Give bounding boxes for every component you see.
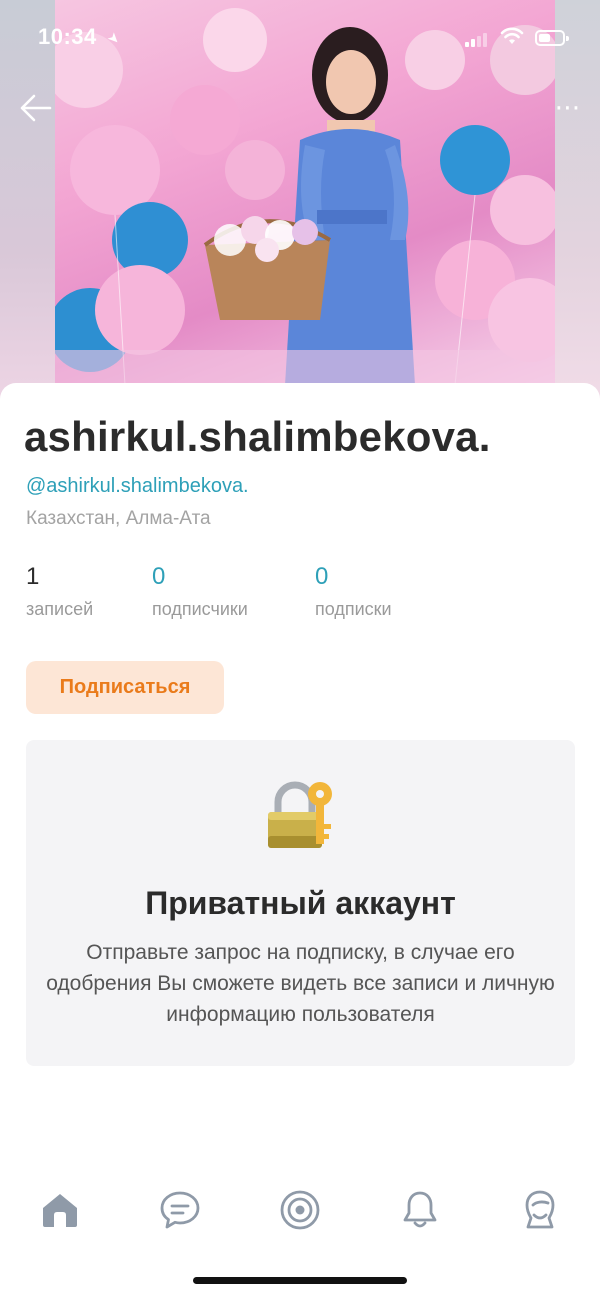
profile-location: Казахстан, Алма-Ата: [26, 508, 211, 529]
tab-notifications[interactable]: [398, 1188, 442, 1232]
stat-posts-label: записей: [26, 599, 94, 619]
location-arrow-icon: ➤: [104, 28, 125, 48]
more-dots-icon: ⋯: [554, 92, 582, 122]
arrow-left-icon: [20, 94, 52, 122]
wifi-icon: [500, 27, 524, 44]
stat-posts[interactable]: 1 записей: [26, 563, 93, 620]
status-time: 10:34: [38, 24, 97, 49]
tab-discover[interactable]: [278, 1188, 322, 1232]
private-account-card: Приватный аккаунт Отправьте запрос на по…: [26, 740, 575, 1066]
battery-icon: [535, 30, 569, 46]
profile-username: ashirkul.shalimbekova.: [24, 413, 491, 460]
stat-following[interactable]: 0 подписки: [315, 563, 392, 620]
lock-with-key-icon: [268, 781, 332, 848]
profile-sheet: ashirkul.shalimbekova. @ashirkul.shalimb…: [0, 383, 600, 1297]
cellular-signal-icon: [465, 31, 489, 47]
stat-following-count: 0: [315, 563, 329, 590]
home-indicator[interactable]: [193, 1277, 407, 1284]
discover-icon: [280, 1190, 320, 1230]
profile-icon: [525, 1190, 555, 1229]
more-options-button[interactable]: ⋯: [548, 92, 588, 122]
bell-icon: [403, 1191, 437, 1228]
stat-following-label: подписки: [315, 599, 392, 619]
stat-followers-label: подписчики: [152, 599, 248, 619]
follow-button[interactable]: Подписаться: [26, 661, 224, 714]
stat-posts-count: 1: [26, 563, 40, 590]
profile-handle[interactable]: @ashirkul.shalimbekova.: [26, 475, 249, 498]
tab-profile[interactable]: [518, 1188, 562, 1232]
chat-icon: [160, 1191, 200, 1229]
private-account-title: Приватный аккаунт: [145, 885, 456, 921]
back-button[interactable]: [16, 88, 56, 128]
stat-followers[interactable]: 0 подписчики: [152, 563, 248, 620]
home-icon: [43, 1194, 77, 1227]
tab-messages[interactable]: [158, 1188, 202, 1232]
bottom-tab-bar: [0, 1170, 600, 1250]
private-account-description: Отправьте запрос на подписку, в случае е…: [46, 941, 555, 1026]
tab-home[interactable]: [38, 1188, 82, 1232]
status-bar: 10:34 ➤: [0, 0, 600, 78]
stat-followers-count: 0: [152, 563, 166, 590]
